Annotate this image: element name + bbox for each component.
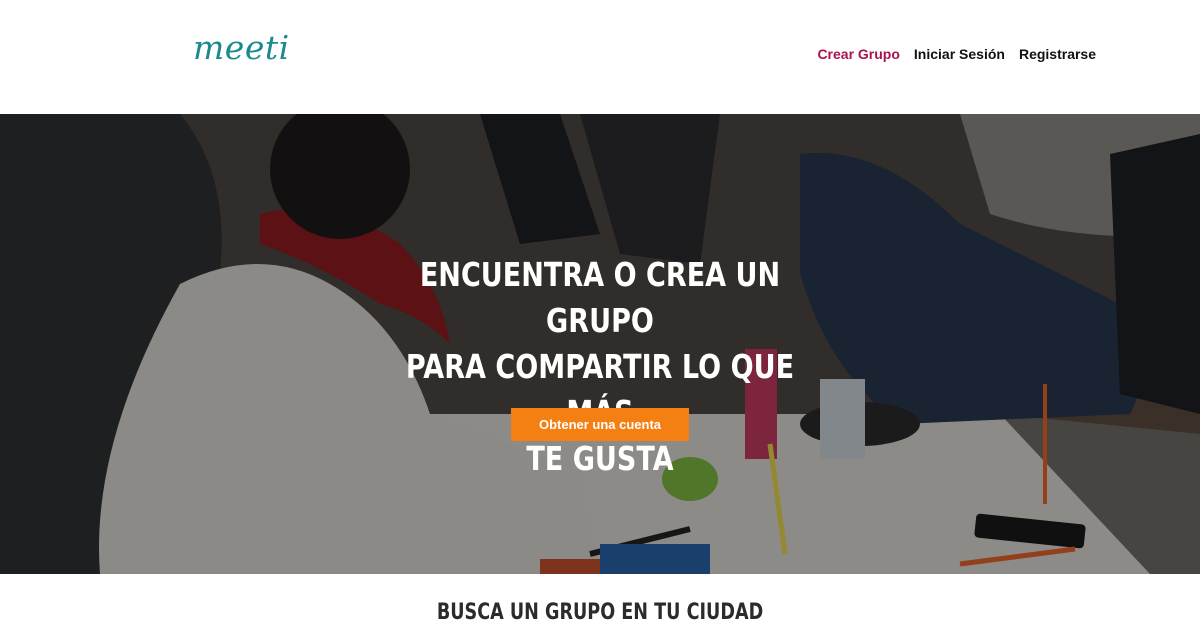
hero-banner: ENCUENTRA O CREA UN GRUPO PARA COMPARTIR… — [0, 114, 1200, 574]
hero-title-line-1: ENCUENTRA O CREA UN GRUPO — [419, 255, 781, 340]
logo[interactable]: meeti — [193, 28, 290, 67]
get-account-button[interactable]: Obtener una cuenta — [511, 408, 689, 441]
hero-title-line-3: TE GUSTA — [526, 439, 674, 478]
hero-title: ENCUENTRA O CREA UN GRUPO PARA COMPARTIR… — [395, 252, 805, 482]
nav-registrarse[interactable]: Registrarse — [1019, 46, 1096, 62]
nav-iniciar-sesion[interactable]: Iniciar Sesión — [914, 46, 1005, 62]
nav-crear-grupo[interactable]: Crear Grupo — [817, 46, 899, 62]
site-header: meeti Crear Grupo Iniciar Sesión Registr… — [0, 0, 1200, 114]
main-nav: Crear Grupo Iniciar Sesión Registrarse — [817, 46, 1096, 62]
search-section-title: BUSCA UN GRUPO EN TU CIUDAD — [436, 600, 764, 625]
